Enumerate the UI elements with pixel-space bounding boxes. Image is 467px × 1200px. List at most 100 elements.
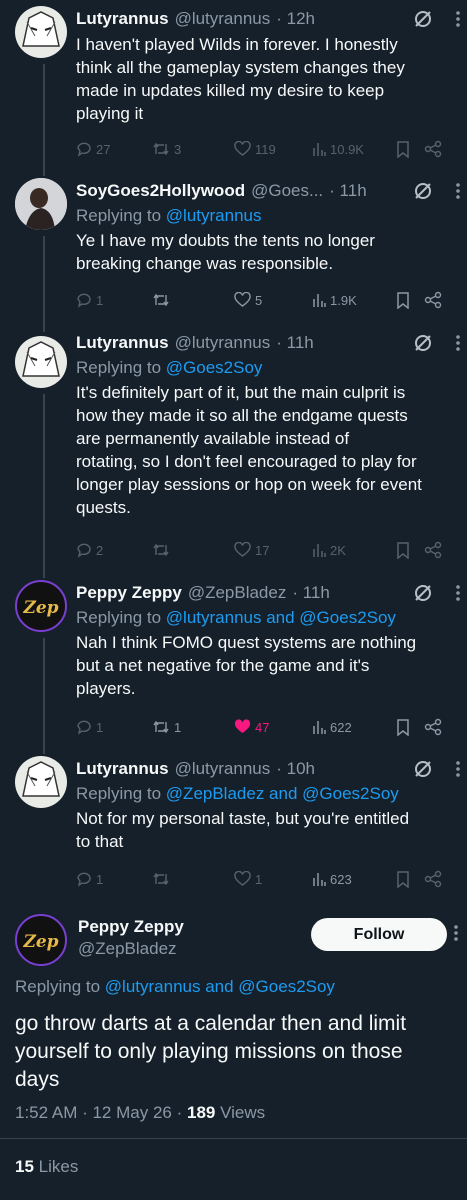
handle[interactable]: @lutyrannus (175, 9, 271, 29)
tweet-text: Not for my personal taste, but you're en… (76, 807, 457, 853)
replying-to-link[interactable]: @Goes2Soy (166, 358, 263, 377)
views-label: Views (220, 1103, 266, 1122)
like-button[interactable]: 5 (234, 292, 312, 308)
text-line: Not for my personal taste, but you're en… (76, 809, 410, 828)
more-icon[interactable] (455, 760, 461, 778)
retweet-button[interactable] (152, 292, 234, 308)
text-line: to that (76, 832, 124, 851)
timestamp[interactable]: · 10h (276, 759, 315, 779)
avatar[interactable]: Zep (15, 580, 67, 632)
share-icon[interactable] (424, 870, 448, 888)
retweet-button[interactable]: 3 (152, 141, 234, 157)
display-name[interactable]: SoyGoes2Hollywood (76, 181, 245, 201)
likes-stat[interactable]: 15 Likes (15, 1157, 78, 1177)
retweet-button[interactable] (152, 871, 234, 887)
reply-button[interactable]: 1 (76, 719, 152, 735)
replying-to-link[interactable]: @ZepBladez and @Goes2Soy (166, 784, 399, 803)
views-icon (312, 141, 326, 157)
retweet-button[interactable] (152, 542, 234, 558)
replying-to-link[interactable]: @lutyrannus and @Goes2Soy (105, 977, 335, 996)
handle[interactable]: @ZepBladez (188, 583, 287, 603)
share-icon[interactable] (424, 140, 448, 158)
display-name[interactable]: Lutyrannus (76, 333, 169, 353)
display-name[interactable]: Lutyrannus (76, 9, 169, 29)
avatar[interactable] (15, 756, 67, 808)
share-icon[interactable] (424, 718, 448, 736)
share-icon[interactable] (424, 541, 448, 559)
handle[interactable]: @lutyrannus (175, 759, 271, 779)
views-button[interactable]: 10.9K (312, 141, 396, 157)
replying-prefix: Replying to (76, 784, 162, 803)
more-icon[interactable] (455, 334, 461, 352)
share-icon[interactable] (424, 291, 448, 309)
reply-icon (76, 871, 92, 887)
timestamp[interactable]: · 11h (276, 333, 314, 353)
avatar[interactable]: Zep (15, 914, 67, 966)
display-name[interactable]: Peppy Zeppy (76, 583, 182, 603)
reply-button[interactable]: 27 (76, 141, 152, 157)
replying-to-link[interactable]: @lutyrannus and @Goes2Soy (166, 608, 396, 627)
views-button[interactable]: 2K (312, 542, 396, 558)
timestamp[interactable]: · 11h (329, 181, 367, 201)
bookmark-icon[interactable] (396, 140, 424, 158)
views-button[interactable]: 1.9K (312, 292, 396, 308)
replying-to-link[interactable]: @lutyrannus (166, 206, 262, 225)
more-icon[interactable] (455, 584, 461, 602)
avatar[interactable] (15, 178, 67, 230)
bookmark-icon[interactable] (396, 870, 424, 888)
retweet-button[interactable]: 1 (152, 719, 234, 735)
retweet-icon (152, 141, 170, 157)
follow-button[interactable]: Follow (311, 918, 447, 951)
divider (0, 1138, 467, 1139)
bookmark-icon[interactable] (396, 541, 424, 559)
grok-icon[interactable] (413, 759, 433, 779)
like-button[interactable]: 17 (234, 542, 312, 558)
reply-count: 2 (96, 542, 104, 558)
heart-icon (234, 719, 251, 735)
views-count: 189 (186, 1103, 216, 1122)
grok-icon[interactable] (413, 333, 433, 353)
tweet-timestamp[interactable]: 1:52 AM · 12 May 26 · (15, 1103, 182, 1122)
handle[interactable]: @lutyrannus (175, 333, 271, 353)
like-button[interactable]: 1 (234, 871, 312, 887)
more-icon[interactable] (453, 924, 459, 942)
more-icon[interactable] (455, 182, 461, 200)
grok-icon[interactable] (413, 583, 433, 603)
reply-button[interactable]: 1 (76, 292, 152, 308)
views-icon (312, 719, 326, 735)
handle[interactable]: @Goes... (251, 181, 323, 201)
text-line: longer play sessions or hop on week for … (76, 475, 422, 494)
display-name[interactable]: Peppy Zeppy (78, 916, 184, 938)
thread-line (43, 236, 45, 332)
views-button[interactable]: 622 (312, 719, 396, 735)
replying-prefix: Replying to (15, 977, 101, 996)
views-button[interactable]: 623 (312, 871, 396, 887)
reply-count: 27 (96, 141, 111, 157)
views-count: 623 (330, 871, 352, 887)
timestamp[interactable]: · 12h (276, 9, 315, 29)
like-count: 17 (255, 542, 270, 558)
likes-label: Likes (38, 1157, 79, 1176)
display-name[interactable]: Lutyrannus (76, 759, 169, 779)
bookmark-icon[interactable] (396, 291, 424, 309)
text-line: playing it (76, 104, 144, 123)
avatar[interactable] (15, 336, 67, 388)
timestamp[interactable]: · 11h (292, 583, 330, 603)
grok-icon[interactable] (413, 9, 433, 29)
like-button[interactable]: 47 (234, 719, 312, 735)
handle[interactable]: @ZepBladez (78, 938, 184, 960)
retweet-count: 1 (174, 719, 182, 735)
views-icon (312, 542, 326, 558)
heart-icon (234, 542, 251, 558)
bookmark-icon[interactable] (396, 718, 424, 736)
more-icon[interactable] (455, 10, 461, 28)
text-line: how they made it so all the endgame ques… (76, 406, 408, 425)
grok-icon[interactable] (413, 181, 433, 201)
reply-count: 1 (96, 871, 104, 887)
like-count: 1 (255, 871, 263, 887)
reply-button[interactable]: 1 (76, 871, 152, 887)
reply-button[interactable]: 2 (76, 542, 152, 558)
avatar[interactable] (15, 6, 67, 58)
like-count: 119 (255, 141, 276, 157)
like-button[interactable]: 119 (234, 141, 312, 157)
